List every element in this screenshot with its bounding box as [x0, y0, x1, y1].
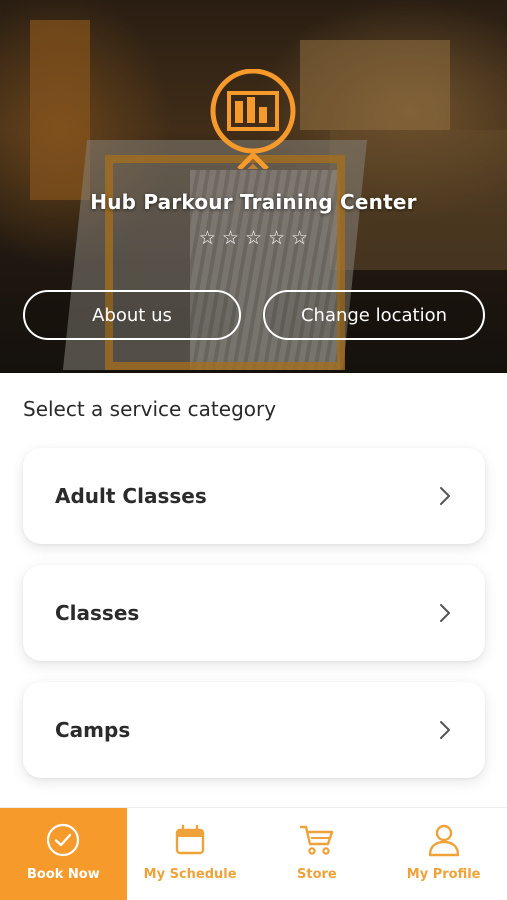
gym-logo-icon	[210, 69, 296, 169]
category-card-classes[interactable]: Classes	[23, 565, 485, 661]
rating-stars: ☆☆☆☆☆	[0, 227, 507, 249]
hero-banner: Hub Parkour Training Center ☆☆☆☆☆ About …	[0, 0, 507, 373]
nav-label: My Schedule	[143, 867, 237, 882]
location-title: Hub Parkour Training Center	[90, 190, 417, 214]
chevron-right-icon	[440, 721, 450, 739]
star-rating-icon: ☆☆☆☆☆	[198, 227, 315, 249]
nav-my-schedule[interactable]: My Schedule	[127, 808, 254, 900]
nav-label: Store	[297, 867, 337, 882]
nav-store[interactable]: Store	[254, 808, 381, 900]
category-label: Adult Classes	[55, 484, 207, 508]
check-circle-icon	[47, 823, 80, 857]
nav-label: Book Now	[26, 867, 100, 882]
section-heading: Select a service category	[23, 397, 277, 421]
nav-my-profile[interactable]: My Profile	[380, 808, 507, 900]
nav-book-now[interactable]: Book Now	[0, 808, 127, 900]
change-location-button[interactable]: Change location	[263, 290, 485, 340]
chevron-right-icon	[440, 487, 450, 505]
calendar-icon	[175, 824, 205, 855]
cart-icon	[299, 825, 334, 855]
nav-label: My Profile	[406, 867, 481, 882]
chevron-right-icon	[440, 604, 450, 622]
category-label: Camps	[55, 718, 131, 742]
category-card-adult-classes[interactable]: Adult Classes	[23, 448, 485, 544]
about-us-button[interactable]: About us	[23, 290, 241, 340]
category-label: Classes	[55, 601, 140, 625]
person-icon	[428, 824, 459, 857]
bottom-navigation: Book Now My Schedule Store My Profile	[0, 807, 507, 900]
category-card-camps[interactable]: Camps	[23, 682, 485, 778]
